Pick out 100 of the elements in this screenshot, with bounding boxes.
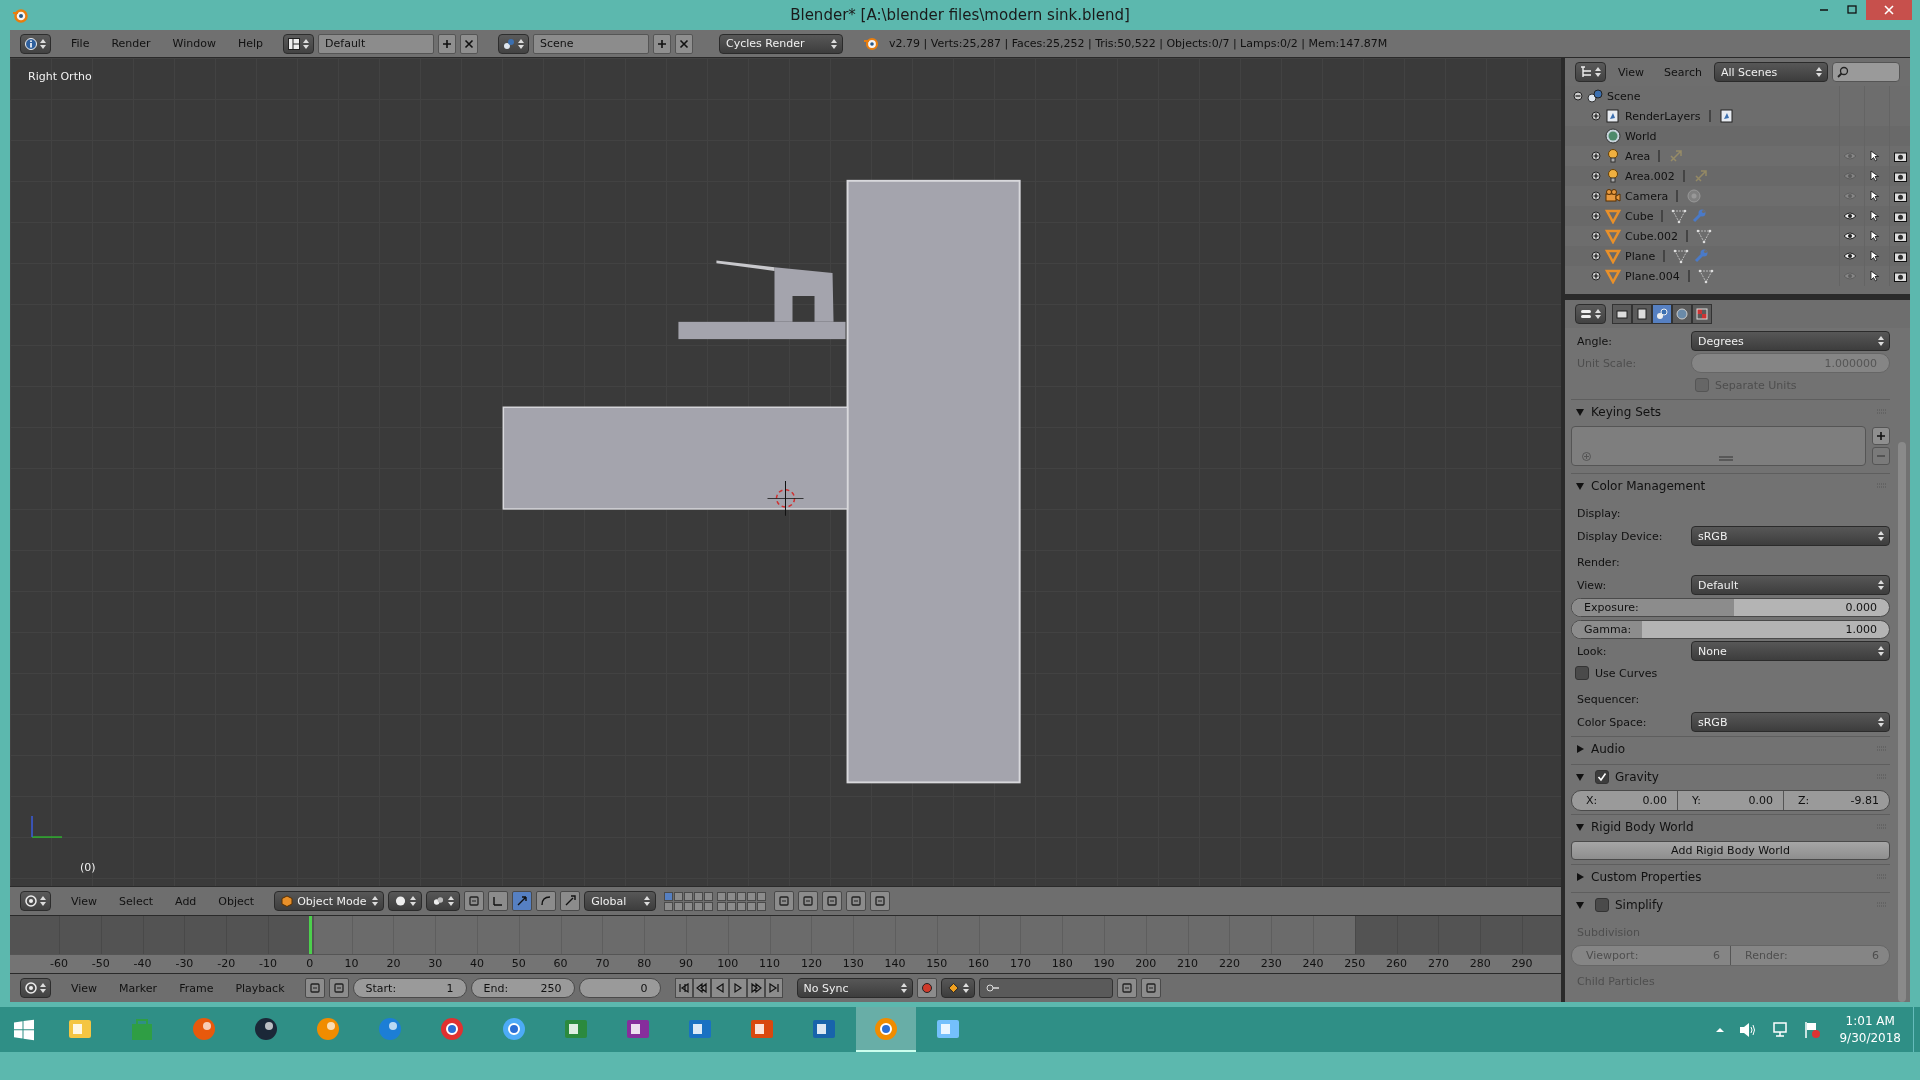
layer-button[interactable] bbox=[717, 901, 727, 911]
menu-item[interactable]: Add bbox=[165, 892, 207, 910]
current-frame-field[interactable]: 0 bbox=[578, 978, 661, 998]
property-dropdown[interactable]: None bbox=[1691, 641, 1890, 661]
layer-button[interactable] bbox=[727, 901, 737, 911]
timeline[interactable]: -60 -50 -40 -30 -20 -10 0 10 20 30 40 50 60 70 80 90 100 110 120 130 140 150 160 170 180 190 200 210 220 230 240 250 260 270 280 290 bbox=[10, 916, 1561, 973]
menu-item[interactable]: Render bbox=[101, 35, 161, 52]
layer-button[interactable] bbox=[664, 891, 674, 901]
add-button[interactable] bbox=[1872, 427, 1890, 445]
flag-icon[interactable] bbox=[1803, 1020, 1822, 1039]
outliner-item[interactable]: World bbox=[1625, 129, 1657, 143]
start-frame-field[interactable]: Start: 1 bbox=[352, 978, 467, 998]
layer-button[interactable] bbox=[694, 901, 704, 911]
editor-type-button[interactable] bbox=[1575, 62, 1606, 82]
network-icon[interactable] bbox=[1771, 1021, 1790, 1038]
cursor-icon[interactable] bbox=[1870, 210, 1880, 222]
toolbar-button[interactable] bbox=[798, 891, 819, 911]
expand-icon[interactable] bbox=[1591, 111, 1601, 121]
expand-icon[interactable] bbox=[1591, 271, 1601, 281]
manipulator-button[interactable] bbox=[560, 891, 581, 911]
manipulator-button[interactable] bbox=[512, 891, 533, 911]
checkbox[interactable] bbox=[1595, 770, 1609, 784]
menu-item[interactable]: Help bbox=[227, 35, 274, 52]
outliner-item[interactable]: Scene bbox=[1607, 89, 1641, 103]
3d-viewport[interactable]: Right Ortho (0) bbox=[10, 58, 1561, 886]
toolbar-button[interactable] bbox=[1116, 978, 1137, 998]
panel-header[interactable]: Simplify bbox=[1571, 892, 1890, 917]
display-mode-dropdown[interactable]: All Scenes bbox=[1713, 62, 1828, 82]
property-dropdown[interactable]: Default bbox=[1691, 575, 1890, 595]
picture-frame-icon[interactable] bbox=[1718, 108, 1735, 124]
record-button[interactable] bbox=[916, 978, 937, 998]
menu-item[interactable]: Frame bbox=[169, 979, 224, 997]
render-engine-dropdown[interactable]: Cycles Render bbox=[719, 33, 844, 54]
toolbar-button[interactable] bbox=[304, 978, 325, 998]
editor-type-button[interactable] bbox=[1575, 304, 1606, 324]
context-tab[interactable] bbox=[1672, 304, 1692, 324]
add-rigid-body-world-button[interactable]: Add Rigid Body World bbox=[1571, 840, 1890, 860]
menu-item[interactable]: Marker bbox=[109, 979, 168, 997]
checkbox[interactable] bbox=[1575, 666, 1589, 680]
property-dropdown[interactable]: Degrees bbox=[1691, 331, 1890, 351]
outliner-item[interactable]: RenderLayers bbox=[1625, 109, 1701, 123]
layer-button[interactable] bbox=[747, 901, 757, 911]
sync-dropdown[interactable]: No Sync bbox=[796, 978, 913, 998]
panel-header[interactable]: Rigid Body World bbox=[1571, 814, 1890, 839]
context-tab[interactable] bbox=[1692, 304, 1712, 324]
property-dropdown[interactable]: sRGB bbox=[1691, 712, 1890, 732]
checkbox[interactable] bbox=[1595, 898, 1609, 912]
context-tab[interactable] bbox=[1612, 304, 1632, 324]
layer-button[interactable] bbox=[684, 901, 694, 911]
menu-item[interactable]: Search bbox=[1656, 63, 1710, 81]
outliner-item[interactable]: Cube.002 bbox=[1625, 229, 1678, 243]
layer-button[interactable] bbox=[704, 891, 714, 901]
resize-handle-icon[interactable] bbox=[1718, 456, 1733, 461]
clock-time[interactable]: 1:01 AM bbox=[1845, 1013, 1895, 1030]
cursor-icon[interactable] bbox=[1870, 150, 1880, 162]
collapse-icon[interactable] bbox=[1573, 91, 1583, 101]
scene-name-field[interactable]: Scene bbox=[533, 33, 650, 54]
mode-dropdown[interactable]: Object Mode bbox=[274, 891, 385, 911]
mesh-data-icon[interactable] bbox=[1695, 228, 1712, 244]
layer-button[interactable] bbox=[737, 891, 747, 901]
speaker-icon[interactable] bbox=[1739, 1021, 1758, 1038]
layer-button[interactable] bbox=[674, 901, 684, 911]
layer-button[interactable] bbox=[664, 901, 674, 911]
layer-button[interactable] bbox=[727, 891, 737, 901]
menu-item[interactable]: Playback bbox=[225, 979, 295, 997]
editor-type-button[interactable] bbox=[20, 33, 51, 54]
layer-button[interactable] bbox=[757, 901, 767, 911]
playhead[interactable] bbox=[308, 916, 312, 954]
add-button[interactable] bbox=[438, 33, 457, 54]
layer-button[interactable] bbox=[757, 891, 767, 901]
layout-type-button[interactable] bbox=[283, 33, 315, 54]
expand-icon[interactable] bbox=[1591, 171, 1601, 181]
taskbar-app[interactable] bbox=[856, 1007, 916, 1052]
scene-type-button[interactable] bbox=[498, 33, 530, 54]
search-field[interactable] bbox=[1831, 62, 1900, 82]
outliner-item[interactable]: Area.002 bbox=[1625, 169, 1675, 183]
menu-item[interactable]: View bbox=[61, 892, 108, 910]
outliner-item[interactable]: Area bbox=[1625, 149, 1651, 163]
cursor-icon[interactable] bbox=[1870, 230, 1880, 242]
menu-item[interactable]: Select bbox=[109, 892, 164, 910]
show-hidden-icons-icon[interactable] bbox=[1715, 1025, 1726, 1034]
panel-header[interactable]: Keying Sets bbox=[1571, 399, 1890, 424]
manipulator-button[interactable] bbox=[488, 891, 509, 911]
close-button[interactable] bbox=[1866, 0, 1912, 20]
mesh-data-icon[interactable] bbox=[1671, 208, 1688, 224]
cursor-icon[interactable] bbox=[1870, 190, 1880, 202]
panel-header[interactable]: Color Management bbox=[1571, 473, 1890, 498]
layer-button[interactable] bbox=[694, 891, 704, 901]
keying-set-field[interactable] bbox=[978, 978, 1113, 998]
toolbar-button[interactable] bbox=[774, 891, 795, 911]
keyframe-dropdown[interactable] bbox=[940, 978, 975, 998]
delete-button[interactable] bbox=[675, 33, 694, 54]
eye-icon[interactable] bbox=[1843, 251, 1857, 261]
panel-header[interactable]: Gravity bbox=[1571, 764, 1890, 789]
mesh-data-icon[interactable] bbox=[1697, 268, 1714, 284]
eye-icon[interactable] bbox=[1843, 231, 1857, 241]
panel-header[interactable]: Custom Properties bbox=[1571, 864, 1890, 889]
shading-dropdown[interactable] bbox=[388, 891, 423, 911]
cursor-icon[interactable] bbox=[1870, 250, 1880, 262]
cursor-icon[interactable] bbox=[1870, 270, 1880, 282]
